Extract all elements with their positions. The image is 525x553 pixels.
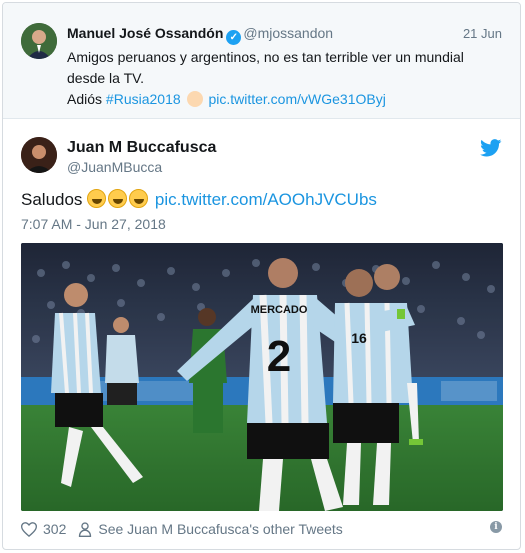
tweet-pic-link[interactable]: pic.twitter.com/AOOhJVCUbs: [155, 190, 377, 209]
author-handle[interactable]: @JuanMBucca: [67, 159, 162, 175]
verified-icon: ✓: [226, 30, 242, 45]
quoted-handle[interactable]: @mjossandon: [243, 25, 333, 41]
quoted-date[interactable]: 21 Jun: [463, 26, 502, 41]
author-avatar[interactable]: [21, 137, 57, 173]
tweet-timestamp[interactable]: 7:07 AM - Jun 27, 2018: [21, 216, 166, 232]
wave-emoji: [186, 91, 203, 107]
quoted-author[interactable]: Manuel José Ossandón ✓ @mjossandon: [67, 25, 333, 45]
quoted-pic-link[interactable]: pic.twitter.com/vWGe31OByj: [208, 91, 385, 107]
quoted-text-line: Amigos peruanos y argentinos, no es tan …: [67, 49, 464, 86]
quoted-text-line: Adiós #Rusia2018 pic.twitter.com/vWGe31O…: [67, 89, 497, 110]
laughing-emoji: [87, 189, 107, 208]
author-name[interactable]: Juan M Buccafusca: [67, 139, 216, 157]
info-icon[interactable]: i: [490, 521, 502, 533]
twitter-bird-icon[interactable]: [480, 139, 502, 157]
embedded-tweet: Manuel José Ossandón ✓ @mjossandon 21 Jun …: [2, 2, 521, 550]
like-count[interactable]: 302: [43, 521, 66, 537]
tweet-photo[interactable]: MERCADO 2 16: [21, 243, 503, 511]
heart-icon[interactable]: [21, 521, 37, 537]
laughing-emoji: [129, 189, 149, 208]
tweet-text-body: Saludos: [21, 190, 83, 209]
laughing-emoji: [108, 189, 128, 208]
person-icon: [79, 521, 92, 537]
football-celebration-image: MERCADO 2 16: [21, 243, 503, 511]
quoted-text-prefix: Adiós: [67, 91, 103, 107]
quoted-tweet[interactable]: Manuel José Ossandón ✓ @mjossandon 21 Jun …: [3, 3, 520, 119]
quoted-avatar[interactable]: [21, 23, 57, 59]
tweet-footer: 302 See Juan M Buccafusca's other Tweets: [21, 521, 343, 537]
quoted-text: Amigos peruanos y argentinos, no es tan …: [67, 47, 497, 110]
hashtag-link[interactable]: #Rusia2018: [106, 91, 181, 107]
quoted-name[interactable]: Manuel José Ossandón: [67, 25, 223, 41]
other-tweets-link[interactable]: See Juan M Buccafusca's other Tweets: [98, 521, 342, 537]
tweet-text: Saludos pic.twitter.com/AOOhJVCUbs: [21, 189, 377, 210]
